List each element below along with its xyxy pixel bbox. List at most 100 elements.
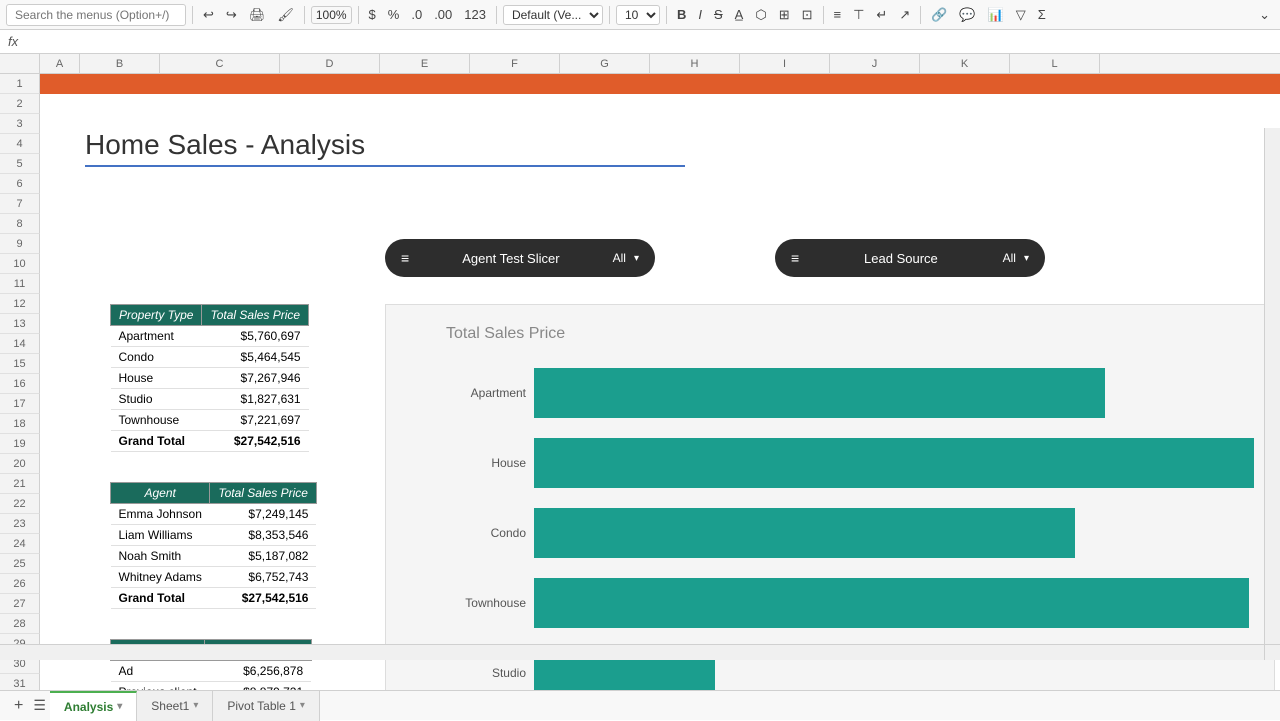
col-h[interactable]: H (650, 54, 740, 73)
divider-5 (609, 6, 610, 24)
bar-label-studio: Studio (446, 666, 526, 680)
sheet-menu-button[interactable]: ☰ (29, 697, 50, 714)
agent-grand-total-label: Grand Total (111, 588, 210, 609)
print-btn[interactable]: 🖨 (245, 5, 270, 25)
agent-table: Agent Total Sales Price Emma Johnson $7,… (110, 482, 317, 609)
chart-title: Total Sales Price (446, 325, 1254, 343)
table-row: Condo $5,464,545 (111, 347, 309, 368)
wrap-btn[interactable]: ↵ (872, 5, 891, 25)
property-price-cell: $5,464,545 (202, 347, 309, 368)
col-b[interactable]: B (80, 54, 160, 73)
divider-7 (823, 6, 824, 24)
add-sheet-button[interactable]: + (8, 697, 29, 715)
col-l[interactable]: L (1010, 54, 1100, 73)
fill-color-btn[interactable]: ⬡ (751, 5, 770, 25)
strikethrough-btn[interactable]: S (710, 5, 727, 24)
zoom-control[interactable]: 100% (311, 6, 352, 24)
table-row: Studio $1,827,631 (111, 389, 309, 410)
col-a[interactable]: A (40, 54, 80, 73)
bar-track (534, 368, 1254, 418)
divider-6 (666, 6, 667, 24)
function-btn[interactable]: Σ (1034, 5, 1050, 24)
menu-search-input[interactable] (6, 4, 186, 26)
row-num-11: 11 (0, 274, 40, 294)
formula-input[interactable] (26, 34, 1272, 49)
row-num-26: 26 (0, 574, 40, 594)
bar-row-townhouse: Townhouse (446, 568, 1254, 638)
horizontal-scrollbar[interactable] (0, 644, 1264, 660)
tab-pivot-table-1[interactable]: Pivot Table 1 ▾ (213, 691, 320, 721)
filter-icon-2: ≡ (791, 250, 799, 266)
col-k[interactable]: K (920, 54, 1010, 73)
bar-row-house: House (446, 428, 1254, 498)
divider-8 (920, 6, 921, 24)
orange-header-row (40, 74, 1280, 94)
row-num-24: 24 (0, 534, 40, 554)
lead-source-slicer[interactable]: ≡ Lead Source All ▾ (775, 239, 1045, 277)
bar-chart: Apartment House Condo Townhouse Studio (446, 358, 1254, 690)
agent-name-cell: Liam Williams (111, 525, 210, 546)
table-row: Liam Williams $8,353,546 (111, 525, 317, 546)
comment-btn[interactable]: 💬 (955, 5, 979, 25)
decimal00-btn[interactable]: .00 (430, 5, 456, 24)
valign-btn[interactable]: ⊤ (849, 5, 868, 25)
col-j[interactable]: J (830, 54, 920, 73)
property-price-cell: $5,760,697 (202, 326, 309, 347)
font-family-select[interactable]: Default (Ve... (503, 5, 603, 25)
more-btn[interactable]: ⌄ (1255, 5, 1274, 25)
property-price-cell: $7,221,697 (202, 410, 309, 431)
col-g[interactable]: G (560, 54, 650, 73)
vertical-scrollbar[interactable] (1264, 128, 1280, 644)
col-c[interactable]: C (160, 54, 280, 73)
row-num-5: 5 (0, 154, 40, 174)
merge-btn[interactable]: ⊡ (798, 5, 817, 25)
chart-btn[interactable]: 📊 (984, 5, 1008, 25)
row-num-19: 19 (0, 434, 40, 454)
decimal0-btn[interactable]: .0 (407, 5, 426, 24)
row-num-21: 21 (0, 474, 40, 494)
fx-label: fx (8, 34, 18, 49)
col-d[interactable]: D (280, 54, 380, 73)
agent-name-cell: Emma Johnson (111, 504, 210, 525)
currency-btn[interactable]: $ (365, 5, 380, 24)
divider-1 (192, 6, 193, 24)
agent-test-slicer[interactable]: ≡ Agent Test Slicer All ▾ (385, 239, 655, 277)
lead-source-price-cell: $8,879,721 (205, 682, 312, 691)
divider-3 (358, 6, 359, 24)
bottom-tab-bar: + ☰ Analysis ▾ Sheet1 ▾ Pivot Table 1 ▾ (0, 690, 1280, 720)
redo-btn[interactable]: ↪ (222, 5, 241, 25)
col-e[interactable]: E (380, 54, 470, 73)
slicer-2-label: Lead Source (807, 251, 994, 266)
italic-btn[interactable]: I (694, 5, 706, 24)
tab-analysis[interactable]: Analysis ▾ (50, 691, 137, 721)
grand-total-label: Grand Total (111, 431, 202, 452)
num-format-btn[interactable]: 123 (460, 5, 490, 24)
row-num-17: 17 (0, 394, 40, 414)
divider-4 (496, 6, 497, 24)
text-color-btn[interactable]: A̲ (731, 5, 748, 24)
filter-btn[interactable]: ▽ (1012, 5, 1030, 25)
row-num-28: 28 (0, 614, 40, 634)
column-headers: A B C D E F G H I J K L (0, 54, 1280, 74)
percent-btn[interactable]: % (384, 5, 404, 24)
align-btn[interactable]: ≡ (830, 5, 846, 24)
bold-btn[interactable]: B (673, 5, 690, 24)
bar-fill (534, 438, 1254, 488)
col-i[interactable]: I (740, 54, 830, 73)
property-type-col-header: Property Type (111, 305, 202, 326)
row-num-10: 10 (0, 254, 40, 274)
col-f[interactable]: F (470, 54, 560, 73)
bar-track (534, 438, 1254, 488)
undo-btn[interactable]: ↩ (199, 5, 218, 25)
tab-sheet1[interactable]: Sheet1 ▾ (137, 691, 213, 721)
agent-price-cell: $6,752,743 (210, 567, 317, 588)
chevron-down-icon-1: ▾ (634, 253, 639, 264)
font-size-select[interactable]: 10 (616, 5, 660, 25)
row-num-3: 3 (0, 114, 40, 134)
property-type-cell: Apartment (111, 326, 202, 347)
rotate-btn[interactable]: ↗ (895, 5, 914, 25)
link-btn[interactable]: 🔗 (927, 5, 951, 25)
borders-btn[interactable]: ⊞ (775, 5, 794, 25)
agent-name-cell: Whitney Adams (111, 567, 210, 588)
paint-format-btn[interactable]: 🖌 (273, 5, 298, 25)
